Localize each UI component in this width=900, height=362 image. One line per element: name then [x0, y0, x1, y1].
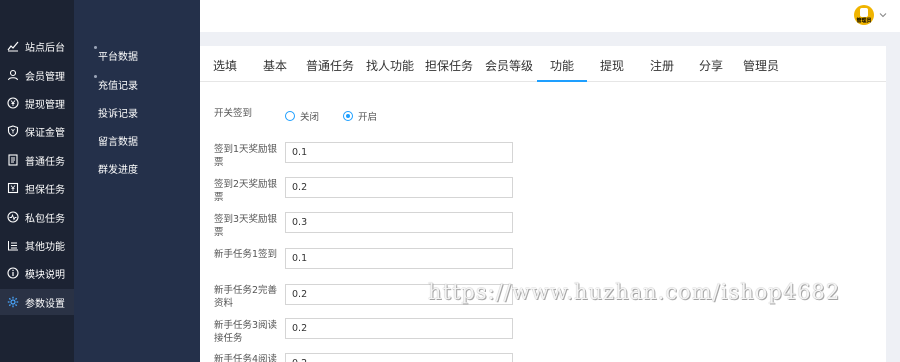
tab-withdraw[interactable]: 提现	[600, 57, 624, 74]
field-label-newbie4: 新手任务4阅读	[214, 354, 278, 362]
sidebar-item-label: 参数设置	[25, 298, 65, 310]
submenu-item-platform-data[interactable]: 平台数据	[94, 46, 138, 63]
sidebar-item-module-info[interactable]: 模块说明	[0, 260, 74, 286]
field-label-newbie3: 新手任务3阅读接任务	[214, 320, 278, 344]
shield-icon	[7, 125, 19, 137]
active-tab-indicator	[537, 80, 587, 82]
tab-normal-task[interactable]: 普通任务	[306, 57, 354, 74]
radio-label: 关闭	[300, 112, 320, 123]
sidebar-item-settings[interactable]: 参数设置	[0, 289, 74, 315]
tab-find-people[interactable]: 找人功能	[366, 57, 414, 74]
submenu-item-broadcast-progress[interactable]: 群发进度	[98, 161, 138, 176]
settings-card: 选填 基本 普通任务 找人功能 担保任务 会员等级 功能 提现 注册 分享 管理…	[200, 46, 886, 362]
day3-reward-input[interactable]	[285, 212, 513, 233]
day1-reward-input[interactable]	[285, 142, 513, 163]
sidebar-item-label: 模块说明	[25, 269, 65, 281]
sidebar-item-site-backend[interactable]: 站点后台	[0, 33, 74, 59]
newbie3-input[interactable]	[285, 318, 513, 339]
checkin-label: 开关签到	[214, 108, 253, 119]
sidebar-item-withdraw[interactable]: 提现管理	[0, 90, 74, 116]
submenu-item-messages[interactable]: 留言数据	[98, 133, 138, 148]
sidebar-item-label: 会员管理	[25, 71, 65, 83]
tab-optional[interactable]: 选填	[213, 57, 237, 74]
tab-bar: 选填 基本 普通任务 找人功能 担保任务 会员等级 功能 提现 注册 分享 管理…	[200, 46, 886, 82]
yen-circle-icon	[7, 97, 19, 109]
checkin-on-radio[interactable]: 开启	[343, 109, 377, 123]
document-icon	[7, 154, 19, 166]
tab-share[interactable]: 分享	[699, 57, 723, 74]
tab-register[interactable]: 注册	[650, 57, 674, 74]
tab-admin[interactable]: 管理员	[743, 57, 779, 74]
top-header: 管理员	[200, 0, 900, 32]
newbie2-input[interactable]	[285, 284, 513, 305]
newbie4-input[interactable]	[285, 353, 513, 362]
sidebar-item-label: 其他功能	[25, 241, 65, 253]
field-label-day2: 签到2天奖励银票	[214, 179, 278, 203]
sidebar-item-private-task[interactable]: 私包任务	[0, 204, 74, 230]
submenu-item-recharge-records[interactable]: 充值记录	[94, 75, 138, 92]
radio-circle	[343, 111, 353, 121]
avatar-face	[860, 8, 868, 17]
sidebar-item-label: 普通任务	[25, 156, 65, 168]
sidebar-item-label: 站点后台	[25, 42, 65, 54]
main-sidebar: 站点后台 会员管理 提现管理 保证金管 普通任务 担保任务 私包任务 其他功能 …	[0, 0, 74, 362]
sidebar-item-label: 私包任务	[25, 213, 65, 225]
newbie1-input[interactable]	[285, 248, 513, 269]
field-label-newbie2: 新手任务2完善资料	[214, 285, 278, 309]
bullet-dot	[94, 75, 97, 78]
line-chart-icon	[7, 40, 19, 52]
field-label-newbie1: 新手任务1签到	[214, 249, 278, 260]
sidebar-item-deposit[interactable]: 保证金管	[0, 118, 74, 144]
avatar-text: 管理员	[856, 18, 872, 24]
radio-circle	[285, 111, 295, 121]
tab-guarantee-task[interactable]: 担保任务	[425, 57, 473, 74]
submenu-item-label: 群发进度	[98, 165, 138, 176]
bullet-dot	[94, 46, 97, 49]
checkin-off-radio[interactable]: 关闭	[285, 109, 319, 123]
submenu-item-label: 投诉记录	[98, 109, 138, 120]
field-label-day1: 签到1天奖励银票	[214, 144, 278, 168]
field-label-day3: 签到3天奖励银票	[214, 214, 278, 238]
chevron-down-icon[interactable]	[878, 10, 888, 20]
sidebar-item-other-functions[interactable]: 其他功能	[0, 232, 74, 258]
submenu-item-label: 留言数据	[98, 137, 138, 148]
tab-member-level[interactable]: 会员等级	[485, 57, 533, 74]
avatar[interactable]: 管理员	[854, 5, 874, 25]
sidebar-item-label: 提现管理	[25, 99, 65, 111]
tab-basic[interactable]: 基本	[263, 57, 287, 74]
yen-square-icon	[7, 182, 19, 194]
sidebar-item-normal-task[interactable]: 普通任务	[0, 147, 74, 173]
user-icon	[7, 69, 19, 81]
sidebar-item-label: 担保任务	[25, 184, 65, 196]
sidebar-item-guarantee-task[interactable]: 担保任务	[0, 175, 74, 201]
day2-reward-input[interactable]	[285, 177, 513, 198]
submenu-item-label: 充值记录	[98, 81, 138, 92]
sidebar-item-label: 保证金管	[25, 127, 65, 139]
gear-icon	[7, 296, 19, 308]
radio-label: 开启	[358, 112, 378, 123]
info-icon	[7, 267, 19, 279]
submenu-item-complaints[interactable]: 投诉记录	[98, 105, 138, 120]
sidebar-item-members[interactable]: 会员管理	[0, 62, 74, 88]
pulse-icon	[7, 211, 19, 223]
submenu-item-label: 平台数据	[98, 52, 138, 63]
tab-functions[interactable]: 功能	[550, 57, 574, 74]
sub-sidebar: 平台数据 充值记录 投诉记录 留言数据 群发进度	[74, 0, 200, 362]
list-icon	[7, 239, 19, 251]
